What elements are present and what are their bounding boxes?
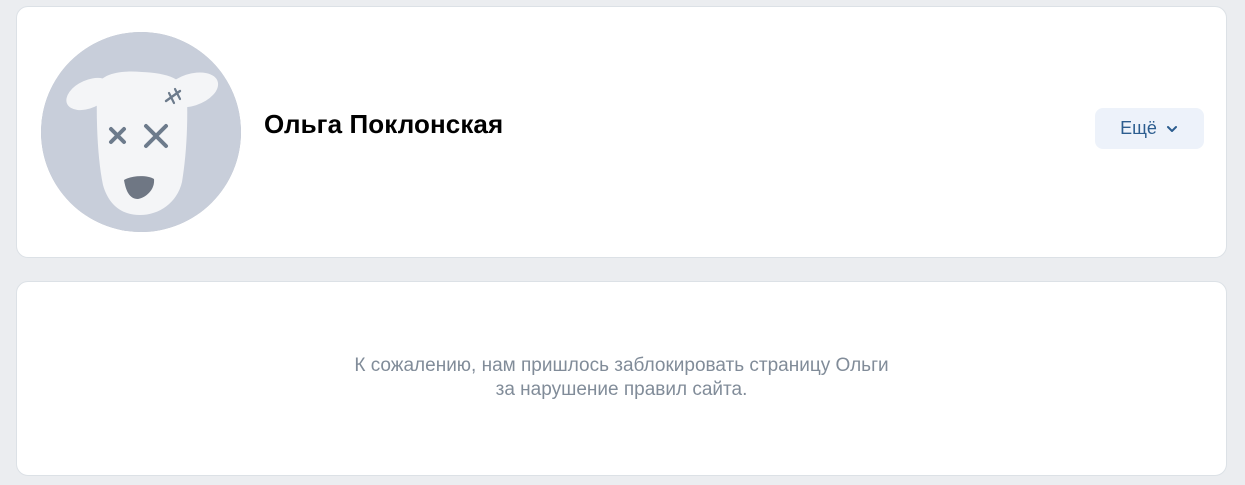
blocked-card: К сожалению, нам пришлось заблокировать … [16,281,1227,476]
profile-card: Ольга Поклонская Ещё [16,6,1227,258]
profile-name: Ольга Поклонская [264,109,504,139]
more-button-label: Ещё [1120,118,1157,138]
blocked-message-line-2: за нарушение правил сайта. [495,379,748,400]
chevron-down-icon [1165,122,1179,136]
blocked-message: К сожалению, нам пришлось заблокировать … [17,354,1226,402]
more-button[interactable]: Ещё [1095,108,1204,149]
blocked-message-line-1: К сожалению, нам пришлось заблокировать … [354,355,889,376]
blocked-dog-avatar-icon [41,32,241,232]
